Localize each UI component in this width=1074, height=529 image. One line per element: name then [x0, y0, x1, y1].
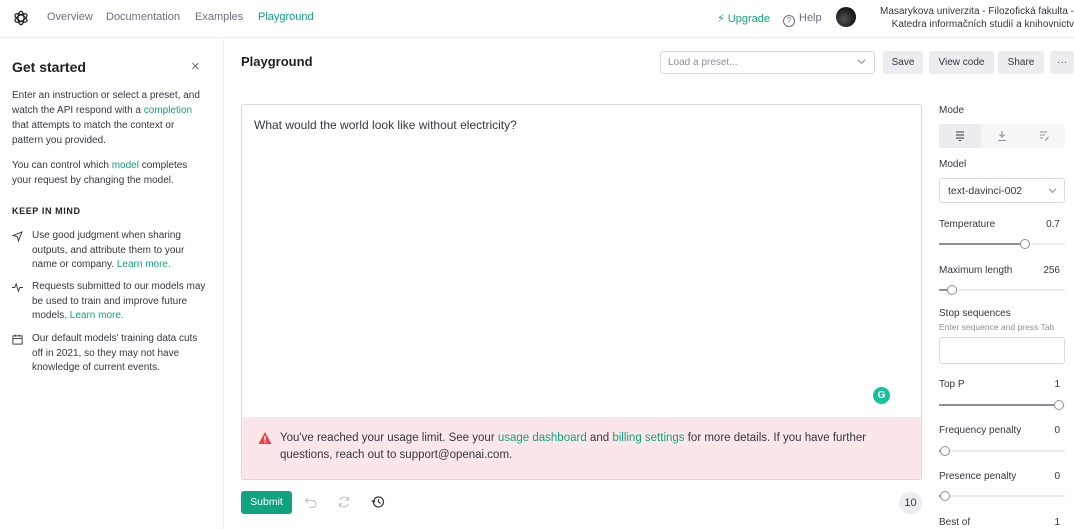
presence-penalty-slider[interactable] — [939, 491, 1065, 501]
temperature-label: Temperature — [939, 219, 996, 230]
activity-icon — [12, 282, 23, 293]
regenerate-icon[interactable] — [337, 495, 351, 509]
usage-dashboard-link[interactable]: usage dashboard — [498, 432, 587, 444]
top-p-value[interactable]: 1 — [1030, 379, 1060, 390]
nav-overview[interactable]: Overview — [47, 11, 93, 23]
openai-logo-icon[interactable] — [12, 9, 30, 27]
best-of-label: Best of — [939, 517, 971, 528]
sidebar-title: Get started — [12, 59, 86, 75]
nav-playground[interactable]: Playground — [258, 11, 314, 23]
insert-mode-icon — [998, 131, 1006, 142]
prompt-editor[interactable]: What would the world look like without e… — [241, 104, 922, 480]
submit-button[interactable]: Submit — [241, 491, 292, 514]
nav-examples[interactable]: Examples — [195, 11, 243, 23]
preset-placeholder: Load a preset... — [668, 57, 738, 68]
model-paragraph: You can control which model completes yo… — [12, 158, 202, 188]
usage-limit-alert: You've reached your usage limit. See you… — [242, 417, 921, 479]
frequency-penalty-value[interactable]: 0 — [1030, 425, 1060, 436]
org-name[interactable]: Masarykova univerzita - Filozofická faku… — [866, 5, 1074, 31]
upgrade-link[interactable]: ⚡ Upgrade — [717, 12, 770, 25]
slider-thumb[interactable] — [940, 446, 950, 456]
page-title: Playground — [241, 54, 313, 69]
history-icon[interactable] — [371, 495, 385, 509]
max-length-label: Maximum length — [939, 265, 1013, 276]
slider-thumb[interactable] — [940, 491, 950, 501]
billing-settings-link[interactable]: billing settings — [612, 432, 684, 444]
chevron-down-icon — [857, 59, 866, 65]
top-p-slider[interactable] — [939, 400, 1065, 410]
get-started-sidebar: Get started × Enter an instruction or se… — [0, 39, 224, 529]
undo-icon[interactable] — [304, 495, 318, 509]
model-select[interactable]: text-davinci-002 — [939, 178, 1065, 203]
more-options-button[interactable]: ··· — [1050, 51, 1074, 74]
share-button[interactable]: Share — [998, 51, 1044, 74]
learn-more-link[interactable]: Learn more. — [70, 310, 124, 321]
question-icon: ? — [783, 15, 795, 27]
help-label: Help — [799, 12, 822, 24]
slider-thumb[interactable] — [1019, 239, 1030, 249]
stop-sequences-input[interactable] — [939, 337, 1065, 364]
mode-complete[interactable] — [939, 124, 981, 148]
save-button[interactable]: Save — [883, 51, 923, 74]
model-link[interactable]: model — [112, 160, 139, 171]
grammarly-icon[interactable]: G — [873, 387, 890, 404]
max-length-value[interactable]: 256 — [1030, 265, 1060, 276]
frequency-penalty-slider[interactable] — [939, 446, 1065, 456]
tip-text: Our default models' training data cuts o… — [32, 333, 198, 373]
help-link[interactable]: ? Help — [783, 12, 822, 27]
mode-selector[interactable] — [939, 124, 1065, 148]
temperature-slider[interactable] — [939, 239, 1065, 249]
mode-label: Mode — [939, 105, 965, 116]
stop-sequences-hint: Enter sequence and press Tab — [939, 322, 1055, 332]
model-text-a: You can control which — [12, 160, 112, 171]
frequency-penalty-label: Frequency penalty — [939, 425, 1022, 436]
keep-in-mind-heading: KEEP IN MIND — [12, 206, 81, 216]
stop-sequences-label: Stop sequences — [939, 308, 1011, 319]
completion-link[interactable]: completion — [144, 105, 192, 116]
mode-edit[interactable] — [1023, 124, 1065, 148]
prompt-text[interactable]: What would the world look like without e… — [254, 118, 894, 132]
temperature-value[interactable]: 0.7 — [1030, 219, 1060, 230]
top-p-label: Top P — [939, 379, 965, 390]
avatar[interactable] — [836, 7, 856, 27]
view-code-button[interactable]: View code — [929, 51, 994, 74]
slider-thumb[interactable] — [1054, 400, 1064, 410]
model-label: Model — [939, 159, 967, 170]
close-icon[interactable]: × — [191, 58, 200, 75]
upgrade-label: Upgrade — [727, 13, 770, 25]
best-of-value[interactable]: 1 — [1030, 517, 1060, 528]
alert-text-b: and — [586, 432, 613, 444]
mode-insert[interactable] — [981, 124, 1023, 148]
edit-mode-icon — [1040, 131, 1049, 141]
token-count-badge: 10 — [899, 492, 922, 514]
slider-thumb[interactable] — [946, 285, 957, 295]
warning-icon — [258, 432, 272, 444]
chevron-down-icon — [1048, 188, 1057, 194]
model-value: text-davinci-002 — [948, 185, 1023, 197]
max-length-slider[interactable] — [939, 285, 1065, 295]
top-nav: Overview Documentation Examples Playgrou… — [0, 0, 1074, 38]
learn-more-link[interactable]: Learn more. — [117, 259, 171, 270]
intro-text-b: that attempts to match the context or pa… — [12, 120, 175, 146]
presence-penalty-label: Presence penalty — [939, 471, 1017, 482]
calendar-icon — [12, 334, 23, 345]
org-line-1: Masarykova univerzita - Filozofická faku… — [880, 6, 1074, 17]
nav-documentation[interactable]: Documentation — [106, 11, 180, 23]
presence-penalty-value[interactable]: 0 — [1030, 471, 1060, 482]
alert-text-a: You've reached your usage limit. See you… — [280, 432, 498, 444]
lightning-icon: ⚡ — [717, 13, 725, 25]
org-line-2: Katedra informačních studií a knihovnict… — [891, 19, 1074, 30]
load-preset-select[interactable]: Load a preset... — [660, 51, 875, 74]
send-icon — [12, 231, 23, 242]
complete-mode-icon — [956, 131, 964, 142]
intro-paragraph: Enter an instruction or select a preset,… — [12, 88, 202, 148]
